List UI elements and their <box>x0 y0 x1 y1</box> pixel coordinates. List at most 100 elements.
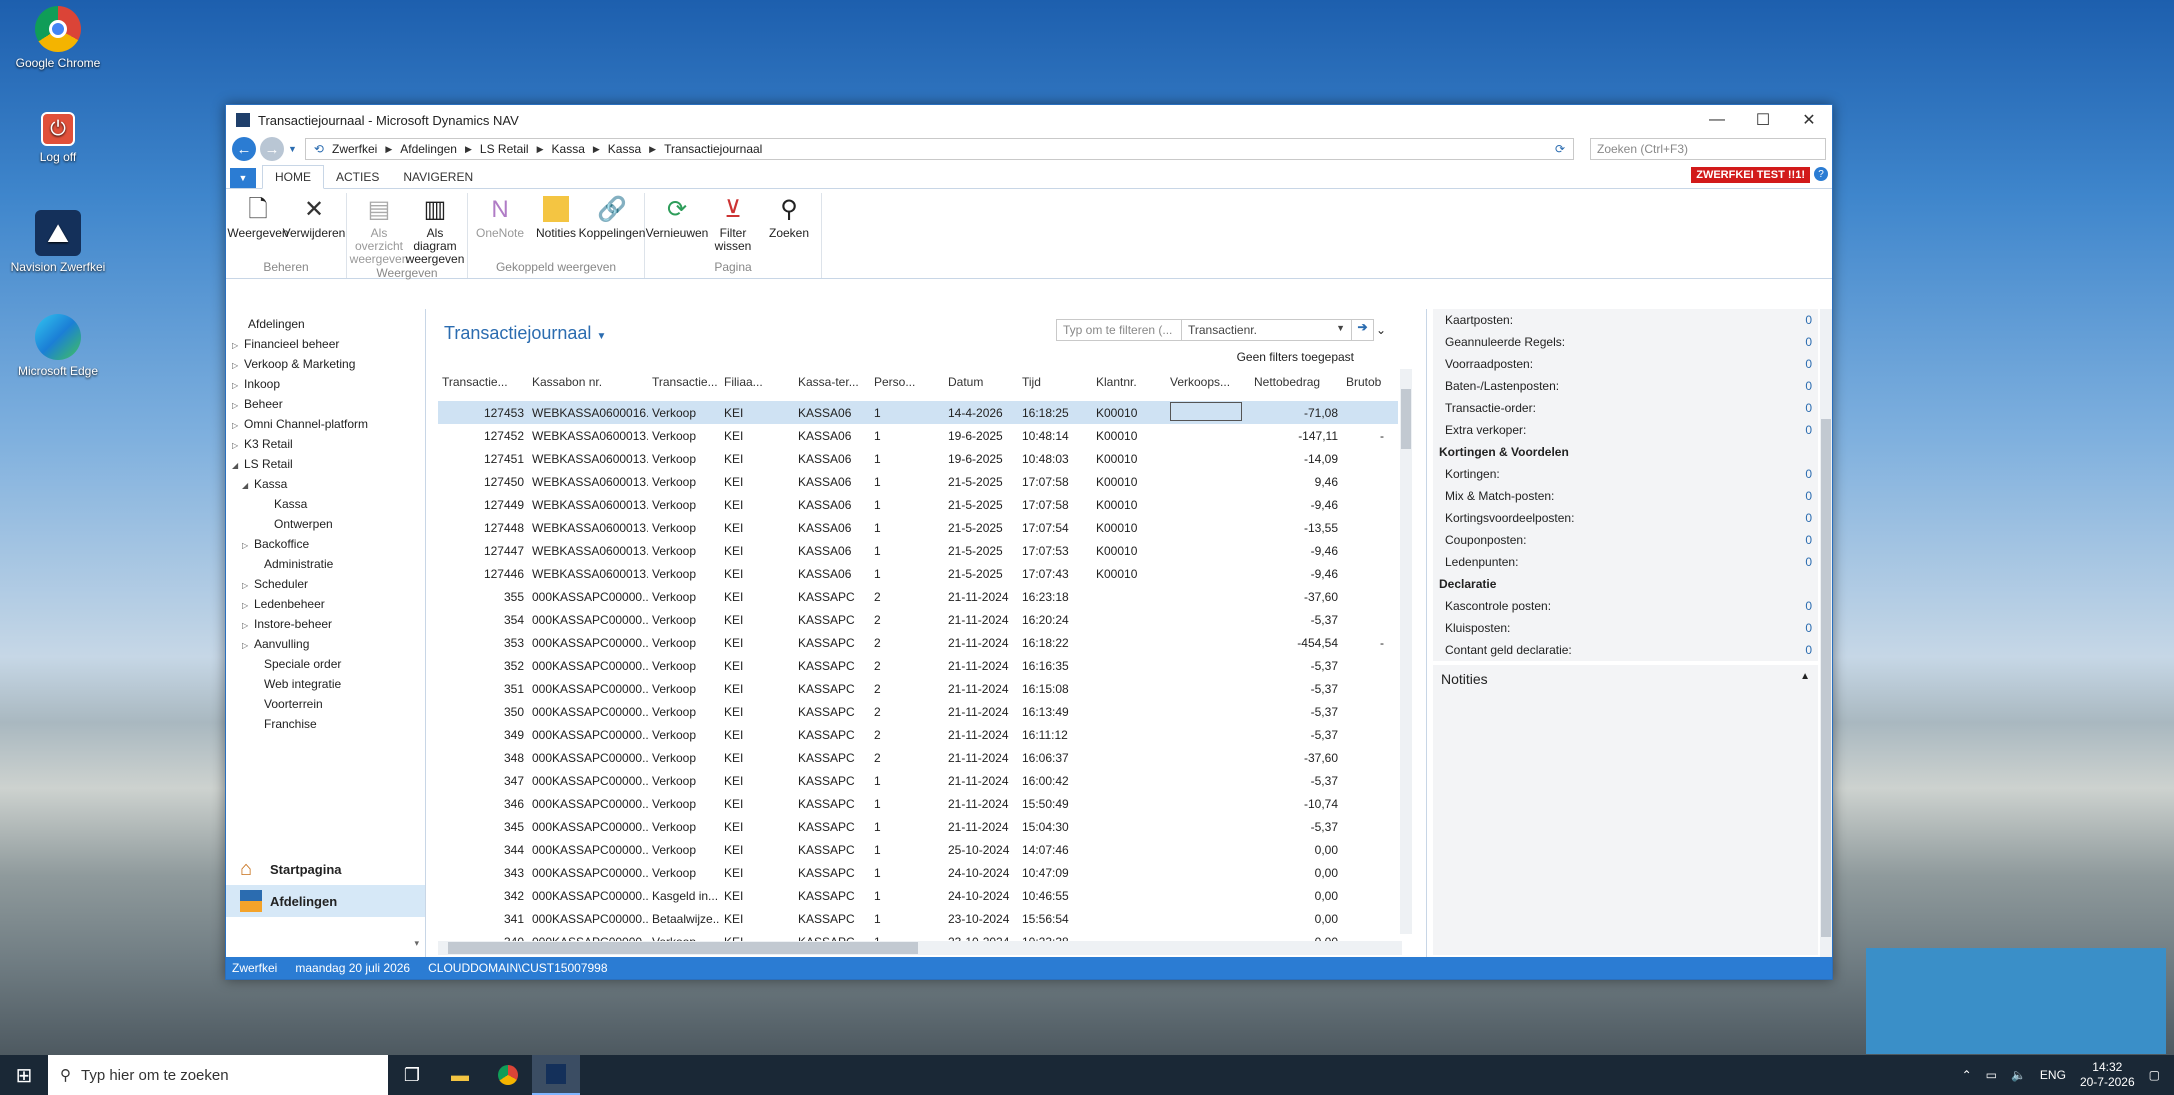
chrome-taskbar-button[interactable] <box>484 1055 532 1095</box>
column-header[interactable]: Kassabon nr. <box>528 375 648 389</box>
table-row[interactable]: 352 000KASSAPC00000... Verkoop KEI KASSAPC 2 2… <box>438 654 1398 677</box>
expand-arrow-icon[interactable]: ▷ <box>232 396 244 416</box>
minimize-button[interactable]: — <box>1694 105 1740 135</box>
history-dropdown-icon[interactable]: ▼ <box>288 144 297 154</box>
verwijderen-button[interactable]: ✕ Verwijderen <box>283 193 346 260</box>
filter-wissen-button[interactable]: ⊻ Filter wissen <box>705 193 761 260</box>
table-row[interactable]: 127448 WEBKASSA0600013... Verkoop KEI KASSA0… <box>438 516 1398 539</box>
table-row[interactable]: 348 000KASSAPC00000... Verkoop KEI KASSAPC 2 2… <box>438 746 1398 769</box>
tree-item[interactable]: Franchise <box>226 714 425 734</box>
table-row[interactable]: 350 000KASSAPC00000... Verkoop KEI KASSAPC 2 2… <box>438 700 1398 723</box>
factbox-value-link[interactable]: 0 <box>1805 467 1812 481</box>
als-diagram-button[interactable]: ▥ Als diagram weergeven <box>406 193 465 266</box>
breadcrumb-item[interactable]: LS Retail <box>480 142 529 156</box>
table-row[interactable]: 343 000KASSAPC00000... Verkoop KEI KASSAPC 1 2… <box>438 861 1398 884</box>
expand-arrow-icon[interactable]: ▷ <box>242 536 254 556</box>
table-row[interactable]: 345 000KASSAPC00000... Verkoop KEI KASSAPC 1 2… <box>438 815 1398 838</box>
language-indicator[interactable]: ENG <box>2040 1068 2066 1082</box>
taskbar-search[interactable]: ⚲ Typ hier om te zoeken <box>48 1055 388 1095</box>
factbox-value-link[interactable]: 0 <box>1805 621 1812 635</box>
factbox-value-link[interactable]: 0 <box>1805 599 1812 613</box>
vernieuwen-button[interactable]: ⟳ Vernieuwen <box>646 193 709 260</box>
onenote-button[interactable]: N OneNote <box>472 193 528 260</box>
desktop-icon-navision[interactable]: ⛰ Navision Zwerfkei <box>4 210 112 274</box>
column-header[interactable]: Brutob <box>1342 375 1388 389</box>
network-icon[interactable]: ▭ <box>1986 1068 1997 1082</box>
application-menu-button[interactable]: ▼ <box>230 168 256 188</box>
table-row[interactable]: 351 000KASSAPC00000... Verkoop KEI KASSAPC 2 2… <box>438 677 1398 700</box>
notification-icon[interactable]: ▢ <box>2149 1068 2160 1082</box>
factbox-scrollbar[interactable] <box>1820 309 1832 957</box>
table-row[interactable]: 127450 WEBKASSA0600013... Verkoop KEI KASSA0… <box>438 470 1398 493</box>
collapse-icon[interactable]: ▲ <box>1800 671 1810 682</box>
column-header[interactable]: Transactie... <box>438 375 528 389</box>
table-row[interactable]: 341 000KASSAPC00000... Betaalwijze... KEI KA… <box>438 907 1398 930</box>
notities-button[interactable]: Notities <box>528 193 584 260</box>
table-row[interactable]: 127451 WEBKASSA0600013... Verkoop KEI KASSA0… <box>438 447 1398 470</box>
tree-item[interactable]: ▷ Ledenbeheer <box>226 594 425 614</box>
koppelingen-button[interactable]: 🔗 Koppelingen <box>579 193 646 260</box>
zoeken-button[interactable]: ⚲ Zoeken <box>761 193 817 260</box>
table-row[interactable]: 127447 WEBKASSA0600013... Verkoop KEI KASSA0… <box>438 539 1398 562</box>
table-row[interactable]: 354 000KASSAPC00000... Verkoop KEI KASSAPC 2 2… <box>438 608 1398 631</box>
factbox-value-link[interactable]: 0 <box>1805 533 1812 547</box>
column-header[interactable]: Filiaa... <box>720 375 794 389</box>
column-header[interactable]: Nettobedrag <box>1250 375 1342 389</box>
column-header[interactable]: Verkoops... <box>1166 375 1250 389</box>
close-button[interactable]: ✕ <box>1786 105 1832 135</box>
table-row[interactable]: 127449 WEBKASSA0600013... Verkoop KEI KASSA0… <box>438 493 1398 516</box>
nav-afdelingen[interactable]: Afdelingen <box>226 885 425 917</box>
tree-item[interactable]: Voorterrein <box>226 694 425 714</box>
vertical-scrollbar[interactable] <box>1400 369 1412 934</box>
expand-arrow-icon[interactable]: ▷ <box>232 356 244 376</box>
table-row[interactable]: 347 000KASSAPC00000... Verkoop KEI KASSAPC 1 2… <box>438 769 1398 792</box>
apply-filter-button[interactable]: ➔ <box>1351 320 1373 340</box>
back-button[interactable]: ← <box>232 137 256 161</box>
factbox-value-link[interactable]: 0 <box>1805 489 1812 503</box>
tree-item[interactable]: ▷ Aanvulling <box>226 634 425 654</box>
expand-arrow-icon[interactable]: ▷ <box>232 376 244 396</box>
factbox-value-link[interactable]: 0 <box>1805 643 1812 657</box>
help-icon[interactable]: ? <box>1814 167 1828 181</box>
chevron-up-icon[interactable]: ⌃ <box>1962 1068 1972 1082</box>
column-header[interactable]: Datum <box>944 375 1018 389</box>
horizontal-scrollbar[interactable] <box>438 941 1402 955</box>
tree-item[interactable]: ▷ Omni Channel-platform <box>226 414 425 434</box>
tree-item[interactable]: ▷ Scheduler <box>226 574 425 594</box>
tree-item[interactable]: ◢ Kassa <box>226 474 425 494</box>
breadcrumb-item[interactable]: Kassa <box>552 142 585 156</box>
tab-acties[interactable]: ACTIES <box>324 166 391 188</box>
tree-item[interactable]: ▷ Inkoop <box>226 374 425 394</box>
volume-icon[interactable]: 🔈 <box>2011 1068 2026 1082</box>
factbox-value-link[interactable]: 0 <box>1805 401 1812 415</box>
expand-arrow-icon[interactable]: ▷ <box>232 436 244 456</box>
tree-item[interactable]: Administratie <box>226 554 425 574</box>
tree-item[interactable]: ▷ Beheer <box>226 394 425 414</box>
factbox-value-link[interactable]: 0 <box>1805 511 1812 525</box>
table-row[interactable]: 127452 WEBKASSA0600013... Verkoop KEI KASSA0… <box>438 424 1398 447</box>
expand-arrow-icon[interactable]: ▷ <box>242 576 254 596</box>
tree-item[interactable]: ◢ LS Retail <box>226 454 425 474</box>
expand-arrow-icon[interactable]: ◢ <box>232 456 244 476</box>
page-title[interactable]: Transactiejournaal ▼ <box>444 323 606 344</box>
column-header[interactable]: Perso... <box>870 375 944 389</box>
search-input[interactable]: Zoeken (Ctrl+F3) <box>1590 138 1826 160</box>
breadcrumb-item[interactable]: Afdelingen <box>400 142 457 156</box>
tree-item[interactable]: ▷ Backoffice <box>226 534 425 554</box>
column-header[interactable]: Tijd <box>1018 375 1092 389</box>
navision-taskbar-button[interactable] <box>532 1055 580 1095</box>
task-view-button[interactable]: ❐ <box>388 1055 436 1095</box>
expand-arrow-icon[interactable]: ▷ <box>242 596 254 616</box>
desktop-icon-chrome[interactable]: Google Chrome <box>4 6 112 70</box>
forward-button[interactable]: → <box>260 137 284 161</box>
factbox-value-link[interactable]: 0 <box>1805 423 1812 437</box>
factbox-value-link[interactable]: 0 <box>1805 555 1812 569</box>
table-row[interactable]: 349 000KASSAPC00000... Verkoop KEI KASSAPC 2 2… <box>438 723 1398 746</box>
table-row[interactable]: 344 000KASSAPC00000... Verkoop KEI KASSAPC 1 2… <box>438 838 1398 861</box>
table-row[interactable]: 353 000KASSAPC00000... Verkoop KEI KASSAPC 2 2… <box>438 631 1398 654</box>
breadcrumb-item[interactable]: Zwerfkei <box>332 142 377 156</box>
configure-nav-icon[interactable]: ▾ <box>414 938 419 949</box>
refresh-icon[interactable]: ⟳ <box>1555 142 1565 156</box>
weergeven-button[interactable]: 🗋 Weergeven <box>227 193 288 260</box>
tree-item[interactable]: Web integratie <box>226 674 425 694</box>
